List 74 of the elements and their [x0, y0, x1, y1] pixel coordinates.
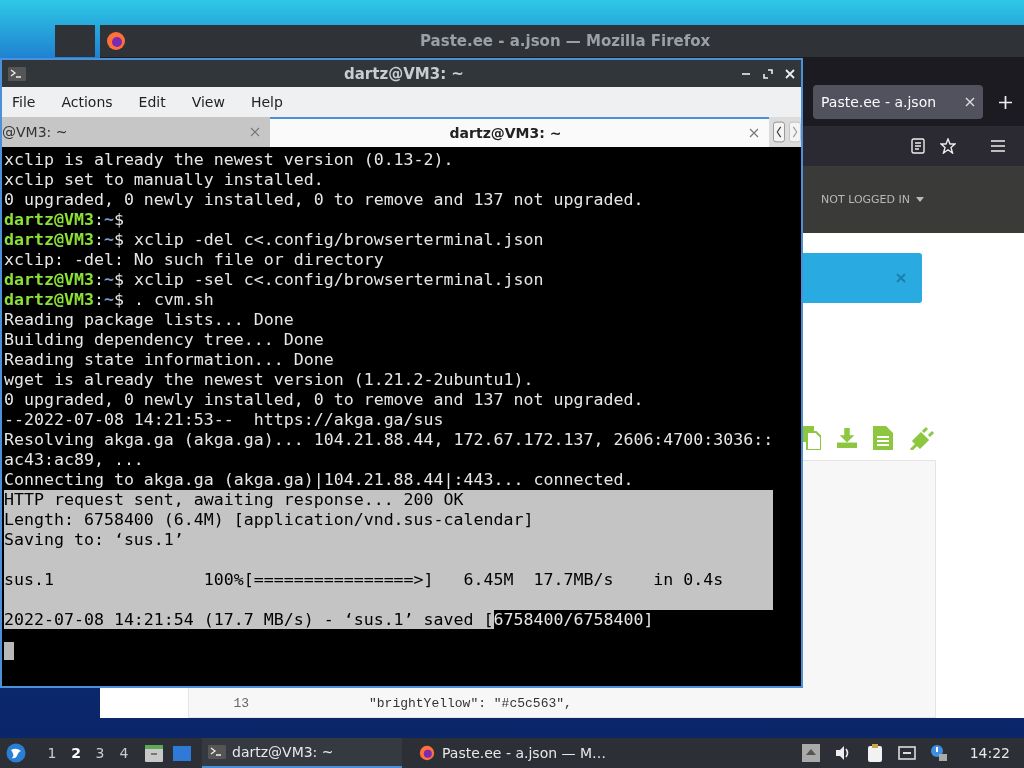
line-number: 13 [232, 696, 250, 711]
terminal-text: : [93, 290, 104, 309]
terminal-text: Resolving akga.ga (akga.ga)... 104.21.88.44, 172.67.172.137, 2606:4700:3036:: [4, 430, 774, 449]
terminal-text: Connecting to akga.ga (akga.ga)|104.21.88.44|:443... connected. [4, 470, 634, 489]
workspace-button[interactable]: 3 [88, 745, 112, 761]
prompt-user: dartz@VM3 [4, 270, 94, 289]
window-title: dartz@VM3: ~ [344, 64, 464, 83]
window-titlebar [55, 25, 95, 57]
menu-item[interactable]: Help [250, 94, 283, 110]
terminal-tab[interactable]: dartz@VM3: ~ [269, 117, 770, 147]
browser-logo-icon [106, 31, 126, 51]
terminal-text: 0 upgraded, 0 newly installed, 0 to remove and 137 not upgraded. [4, 190, 644, 209]
account-dropdown[interactable]: NOT LOGGED IN [821, 193, 924, 206]
clock: 14:22 [969, 745, 1010, 761]
terminal-text: --2022-07-08 14:21:53-- https://akga.ga/sus [4, 410, 444, 429]
browser-tab[interactable]: Paste.ee - a.json [813, 85, 983, 119]
maximize-icon[interactable] [763, 68, 773, 79]
terminal-text: Reading state information... Done [4, 350, 334, 369]
terminal-text: Saving to: ‘sus.1’ [4, 530, 184, 549]
code-line: "brightYellow": "#c5c563", [369, 696, 572, 711]
terminal-tab[interactable]: @VM3: ~ [2, 117, 270, 147]
terminal-text: Building dependency tree... Done [4, 330, 324, 349]
caret-icon [916, 197, 924, 202]
menu-item[interactable]: Actions [61, 94, 113, 110]
terminal-text: : [93, 270, 104, 289]
workspace-button[interactable]: 2 [64, 745, 88, 761]
prompt-user: dartz@VM3 [4, 230, 94, 249]
terminal-text: $ xclip -sel c<.config/browserterminal.json [113, 270, 544, 289]
browser-logo-icon [418, 745, 436, 761]
window-title: Paste.ee - a.json — Mozilla Firefox [420, 32, 711, 50]
scroll-left-icon[interactable] [773, 121, 785, 143]
terminal-text: $ . cvm.sh [113, 290, 214, 309]
reader-view-icon[interactable] [910, 138, 926, 154]
terminal-text: HTTP request sent, awaiting response... 200 OK [4, 490, 464, 509]
menu-item[interactable]: Edit [138, 94, 166, 110]
terminal-text: 6758400/6758400] [493, 610, 654, 629]
terminal-text: Reading package lists... Done [4, 310, 294, 329]
start-menu-icon[interactable] [6, 743, 26, 763]
terminal-icon [208, 744, 226, 760]
taskbar-task[interactable]: dartz@VM3: ~ [202, 738, 402, 768]
taskbar-task[interactable]: Paste.ee - a.json — M… [412, 738, 612, 768]
terminal-text: sus.1 100%[================>] 6.45M 17.7MB/s in 0.4s [4, 570, 724, 589]
file-manager-icon[interactable] [144, 743, 164, 763]
terminal-text: wget is already the newest version (1.21.2-2ubuntu1). [4, 370, 534, 389]
prompt-path: ~ [103, 210, 114, 229]
prompt-user: dartz@VM3 [4, 210, 94, 229]
workspace-button[interactable]: 1 [40, 745, 64, 761]
prompt-user: dartz@VM3 [4, 290, 94, 309]
terminal-text: xclip is already the newest version (0.13-2). [4, 150, 454, 169]
star-icon[interactable] [940, 138, 956, 154]
notification-icon[interactable] [929, 744, 948, 762]
terminal-text: 0 upgraded, 0 newly installed, 0 to remove and 137 not upgraded. [4, 390, 644, 409]
terminal-icon [8, 66, 26, 81]
terminal-text: $ xclip -del c<.config/browserterminal.json [113, 230, 544, 249]
menu-item[interactable]: File [12, 94, 36, 110]
terminal-text: Length: 6758400 (6.4M) [application/vnd.sus-calendar] [4, 510, 534, 529]
terminal-text: $ [113, 210, 124, 229]
new-tab-icon[interactable] [999, 96, 1012, 109]
menu-icon[interactable] [990, 138, 1006, 154]
workspace-button[interactable]: 4 [112, 745, 136, 761]
terminal-text: xclip: -del: No such file or directory [4, 250, 384, 269]
menu-item[interactable]: View [191, 94, 225, 110]
prompt-path: ~ [103, 270, 114, 289]
terminal-text: ac43:ac89, ... [4, 450, 144, 469]
clipboard-icon[interactable] [865, 744, 884, 762]
terminal-text: : [93, 230, 104, 249]
network-icon[interactable] [897, 744, 916, 762]
terminal-text: 2022-07-08 14:21:54 (17.7 MB/s) - ‘sus.1’ saved [ [4, 610, 494, 629]
terminal-text: xclip set to manually installed. [4, 170, 324, 189]
prompt-path: ~ [103, 230, 114, 249]
terminal-text: : [93, 210, 104, 229]
show-desktop-icon[interactable] [172, 743, 192, 763]
upload-icon[interactable] [801, 744, 820, 762]
prompt-path: ~ [103, 290, 114, 309]
